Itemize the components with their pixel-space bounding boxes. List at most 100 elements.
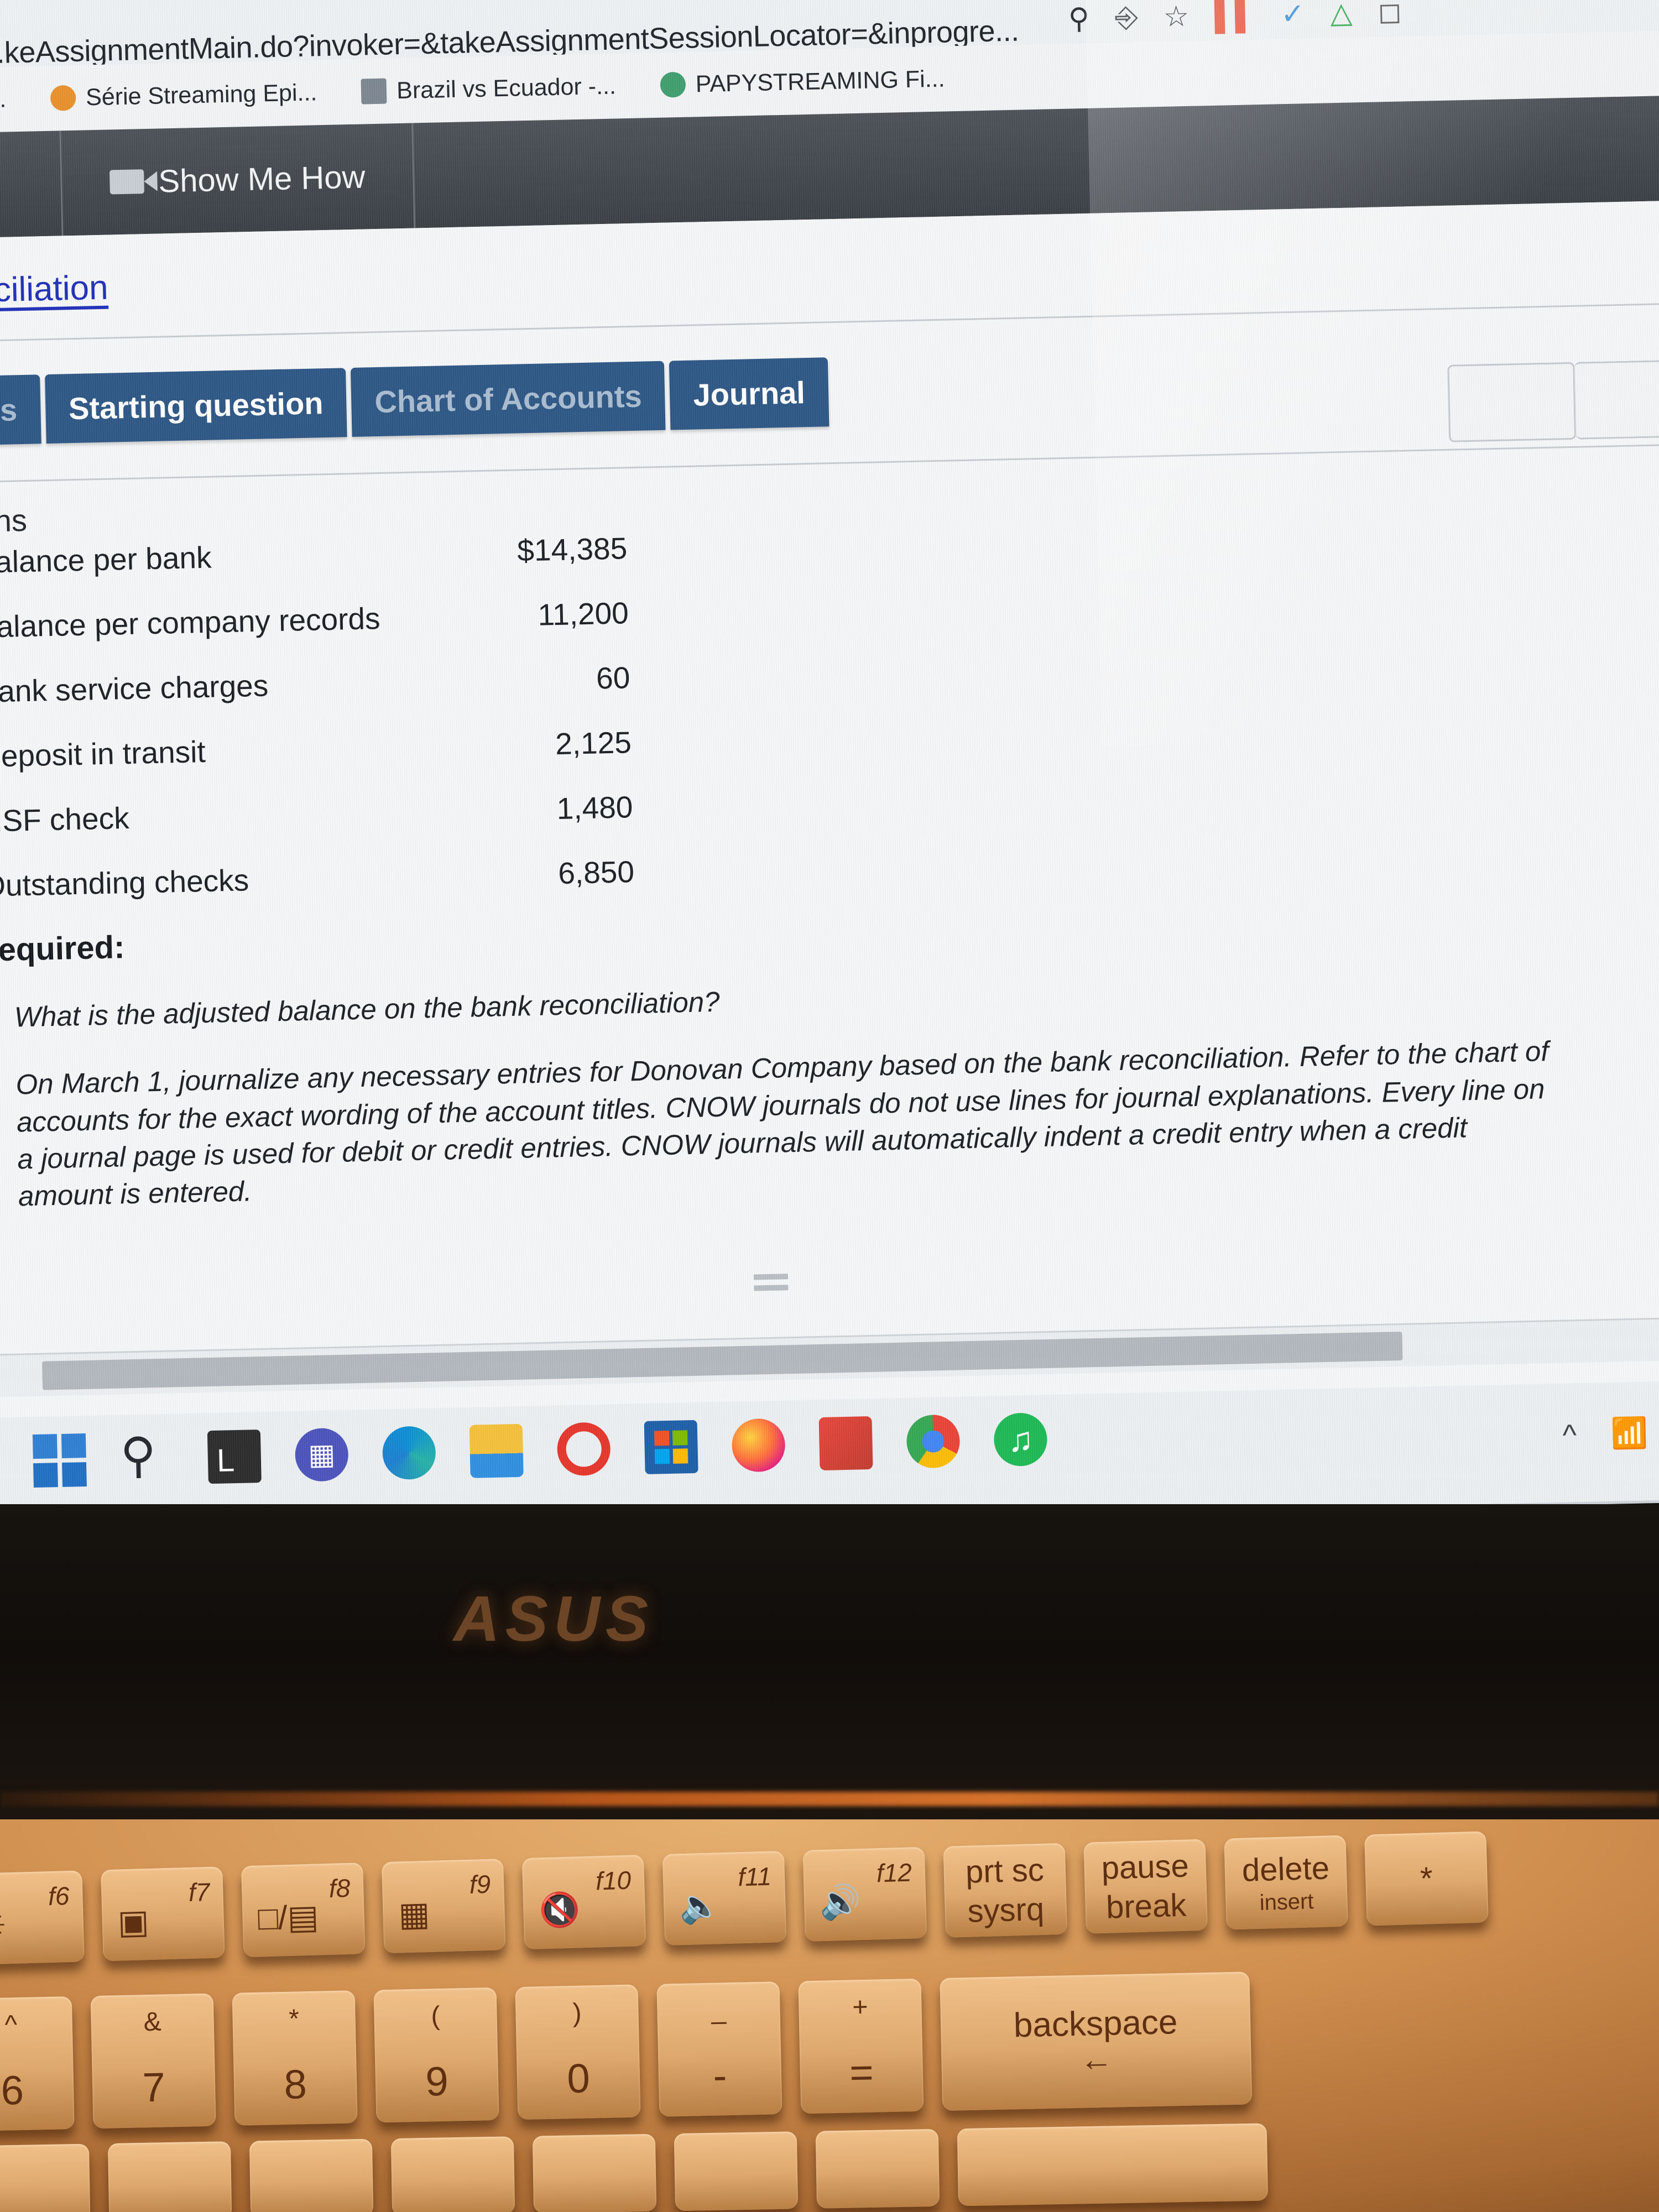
- keyboard-bottom-row-partial[interactable]: [0, 2123, 1269, 2212]
- zoom-in-icon[interactable]: ⚲: [1068, 2, 1089, 36]
- key-equals[interactable]: + =: [798, 1978, 924, 2114]
- key-0[interactable]: ) 0: [515, 1984, 641, 2120]
- taskbar-icons[interactable]: ⚲ L ▦ ♫: [32, 1412, 1048, 1488]
- teams-icon[interactable]: ▦: [294, 1427, 349, 1482]
- tab-starting-question[interactable]: Starting question: [44, 368, 347, 444]
- spotify-icon[interactable]: ♫: [993, 1412, 1048, 1467]
- assignment-tabs[interactable]: structions Starting question Chart of Ac…: [0, 357, 830, 448]
- key-minus[interactable]: _ -: [656, 1981, 782, 2117]
- key-equals-label: =: [849, 2049, 874, 2096]
- item-text: What is the adjusted balance on the bank…: [14, 985, 721, 1033]
- laptop-bezel: ASUS: [0, 1504, 1659, 1836]
- key-asterisk[interactable]: *: [1364, 1831, 1489, 1926]
- display-off-icon: ▣: [117, 1903, 150, 1941]
- key-f11[interactable]: f11 🔈: [662, 1850, 787, 1946]
- microsoft-store-icon[interactable]: [644, 1420, 698, 1474]
- key-backspace[interactable]: backspace ←: [940, 1971, 1253, 2111]
- project-display-icon: □/▤: [257, 1898, 320, 1937]
- key-partial-5[interactable]: [532, 2133, 657, 2212]
- divider: [0, 301, 1659, 343]
- key-f10[interactable]: f10 🔇: [521, 1855, 646, 1950]
- bookmark-item[interactable]: Brazil vs Ecuador -...: [361, 72, 617, 105]
- key-partial-7[interactable]: [815, 2128, 940, 2209]
- key-partial-2[interactable]: [107, 2141, 232, 2212]
- file-explorer-icon[interactable]: [469, 1423, 524, 1478]
- key-8[interactable]: * 8: [232, 1990, 358, 2126]
- key-9[interactable]: ( 9: [373, 1987, 499, 2123]
- bookmark-label: Téléc...: [0, 86, 7, 114]
- key-pause-break[interactable]: pause break: [1083, 1839, 1208, 1934]
- empty-button-2[interactable]: [1574, 359, 1659, 440]
- toolbar-empty-buttons[interactable]: [1447, 359, 1659, 442]
- tab-chart-of-accounts[interactable]: Chart of Accounts: [351, 361, 666, 437]
- bookmark-item[interactable]: PAPYSTREAMING Fi...: [660, 65, 945, 98]
- bookmark-favicon: [361, 78, 387, 105]
- key-f12[interactable]: f12 🔊: [802, 1846, 927, 1942]
- key-prtsc-line1: prt sc: [965, 1851, 1045, 1890]
- resize-grip[interactable]: [754, 1285, 789, 1291]
- extension-icon-2[interactable]: ✓: [1280, 0, 1305, 31]
- search-icon[interactable]: ⚲: [120, 1427, 174, 1486]
- item-text: On March 1, journalize any necessary ent…: [15, 1035, 1550, 1212]
- key-partial-1[interactable]: [0, 2143, 91, 2212]
- key-pause-line2: break: [1105, 1887, 1187, 1926]
- office-icon[interactable]: [818, 1416, 873, 1471]
- row-value: 1,480: [556, 790, 634, 826]
- video-camera-icon: [109, 169, 144, 195]
- key-7[interactable]: & 7: [90, 1993, 216, 2129]
- bookmark-label: Série Streaming Epi...: [85, 79, 317, 111]
- bookmark-label: PAPYSTREAMING Fi...: [695, 65, 945, 97]
- system-tray[interactable]: ^ 📶 🔊: [1562, 1415, 1659, 1453]
- show-me-how-button[interactable]: Show Me How: [59, 123, 416, 236]
- bookmark-favicon: [660, 71, 686, 98]
- key-partial-4[interactable]: [390, 2136, 515, 2212]
- extension-icon-1[interactable]: ▌▌: [1214, 0, 1256, 33]
- bookmark-item[interactable]: Série Streaming Epi...: [50, 79, 317, 112]
- mute-mic-icon: 🔇: [538, 1891, 581, 1929]
- key-7-label: 7: [142, 2064, 166, 2111]
- key-minus-label: -: [712, 2052, 728, 2099]
- backspace-arrow-icon: ←: [1079, 2040, 1114, 2078]
- key-partial-3[interactable]: [249, 2138, 374, 2212]
- keyboard-deck: f6 ☀ f7 ▣ f8 □/▤ f9 ▦ f10 🔇 f11 🔈 f12 🔊 …: [0, 1819, 1659, 2212]
- linkedin-icon[interactable]: L: [207, 1430, 262, 1484]
- firefox-icon[interactable]: [731, 1418, 786, 1473]
- profile-icon[interactable]: ◻: [1378, 0, 1402, 29]
- opera-icon[interactable]: [556, 1422, 611, 1477]
- key-6[interactable]: ^ 6: [0, 1996, 75, 2132]
- edge-icon[interactable]: [382, 1426, 436, 1480]
- row-label: Outstanding checks: [0, 863, 249, 903]
- row-value: $14,385: [517, 531, 628, 568]
- row-value: 6,850: [557, 854, 635, 891]
- key-delete-insert[interactable]: delete insert: [1224, 1835, 1348, 1930]
- key-6-shift: ^: [4, 2010, 18, 2040]
- key-f11-label: f11: [737, 1861, 772, 1892]
- key-f6[interactable]: f6 ☀: [0, 1870, 85, 1965]
- bookmark-item[interactable]: Téléc...: [0, 86, 7, 115]
- resize-grip[interactable]: [753, 1274, 789, 1280]
- key-8-label: 8: [283, 2061, 307, 2107]
- key-f9[interactable]: f9 ▦: [381, 1859, 506, 1954]
- reconciliation-link[interactable]: reconciliation: [0, 268, 108, 312]
- keyboard-number-row[interactable]: ^ 6 & 7 * 8 ( 9 ) 0 _ - + = backspace ←: [0, 1971, 1253, 2132]
- tab-instructions[interactable]: structions: [0, 374, 41, 448]
- key-f8[interactable]: f8 □/▤: [241, 1863, 366, 1958]
- bookmark-favicon: [50, 85, 76, 111]
- google-drive-icon[interactable]: △: [1330, 0, 1353, 30]
- share-icon[interactable]: ⎆: [1114, 1, 1138, 35]
- empty-button-1[interactable]: [1447, 362, 1577, 442]
- tab-journal[interactable]: Journal: [669, 357, 830, 430]
- keyboard-function-row[interactable]: f6 ☀ f7 ▣ f8 □/▤ f9 ▦ f10 🔇 f11 🔈 f12 🔊 …: [0, 1831, 1489, 1965]
- windows-start-icon[interactable]: [32, 1433, 87, 1488]
- bookmark-star-icon[interactable]: ☆: [1163, 0, 1190, 34]
- key-print-screen[interactable]: prt sc sysrq: [943, 1843, 1068, 1938]
- key-f7[interactable]: f7 ▣: [101, 1866, 225, 1961]
- chrome-icon[interactable]: [906, 1414, 961, 1469]
- reconciliation-data-table: Balance per bank $14,385 Balance per com…: [0, 530, 635, 933]
- required-item-a: a. What is the adjusted balance on the b…: [0, 963, 1635, 1037]
- key-partial-8[interactable]: [957, 2123, 1269, 2206]
- wifi-icon[interactable]: 📶: [1610, 1416, 1648, 1451]
- key-partial-6[interactable]: [674, 2131, 799, 2211]
- key-0-shift: ): [572, 1998, 582, 2028]
- chevron-up-icon[interactable]: ^: [1562, 1418, 1577, 1453]
